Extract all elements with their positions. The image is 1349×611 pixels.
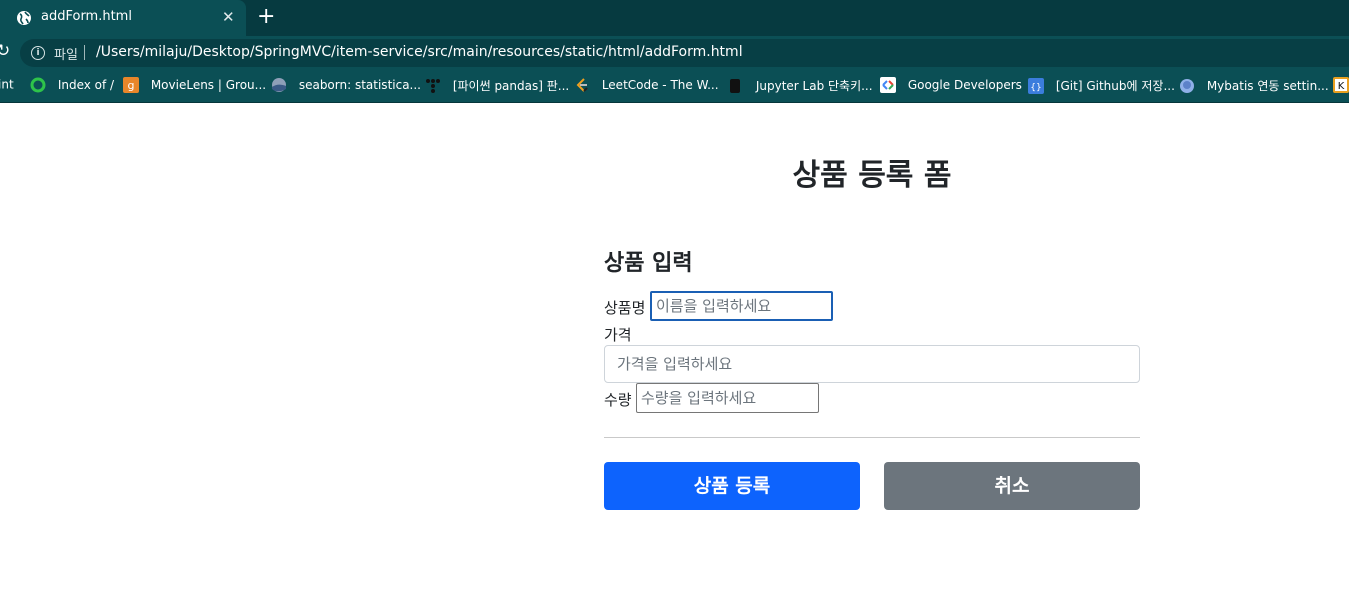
quantity-label: 수량: [604, 391, 632, 409]
bookmark-item[interactable]: g MovieLens | Grou...: [123, 77, 266, 95]
cancel-button[interactable]: 취소: [884, 462, 1140, 510]
k-icon: K: [1333, 77, 1349, 93]
leetcode-icon: [576, 78, 588, 92]
bookmark-label: MovieLens | Grou...: [150, 78, 267, 92]
submit-button[interactable]: 상품 등록: [604, 462, 860, 510]
tab-title: addForm.html: [41, 9, 132, 24]
price-input[interactable]: [604, 345, 1140, 383]
bookmark-item[interactable]: Google Developers: [880, 77, 1022, 95]
close-tab-icon[interactable]: ✕: [222, 8, 235, 26]
mybatis-icon: [1180, 78, 1194, 93]
bookmark-label: seaborn: statistica...: [298, 78, 421, 92]
seaborn-icon: [272, 78, 286, 92]
divider: [604, 437, 1140, 438]
bookmark-item[interactable]: [파이썬 pandas] 판...: [425, 77, 569, 95]
browser-toolbar: ↻ i 파일 /Users/milaju/Desktop/SpringMVC/i…: [0, 36, 1349, 70]
bookmark-item[interactable]: LeetCode - The W...: [574, 77, 719, 95]
bookmark-item[interactable]: Jupyter Lab 단축키...: [728, 77, 873, 95]
item-name-label: 상품명: [604, 299, 646, 317]
browser-tab[interactable]: addForm.html ✕: [0, 0, 246, 36]
code-icon: {}: [1028, 77, 1044, 94]
jupyter-icon: [730, 78, 740, 93]
bookmark-item[interactable]: {} [Git] Github에 저장...: [1028, 77, 1175, 95]
price-label: 가격: [604, 326, 632, 344]
reload-icon[interactable]: ↻: [0, 41, 10, 61]
bookmark-label: [파이썬 pandas] 판...: [452, 79, 570, 93]
bookmark-item[interactable]: Mybatis 연동 settin...: [1179, 77, 1329, 95]
bookmark-item[interactable]: int: [0, 77, 14, 95]
bookmark-label: int: [0, 77, 14, 92]
svg-text:g: g: [128, 79, 135, 92]
circle-icon: [30, 77, 46, 93]
bookmark-label: [Git] Github에 저장...: [1055, 79, 1175, 93]
bookmark-label: LeetCode - The W...: [601, 78, 719, 92]
section-title: 상품 입력: [604, 251, 693, 276]
url-text[interactable]: /Users/milaju/Desktop/SpringMVC/item-ser…: [96, 44, 743, 60]
info-icon[interactable]: i: [31, 46, 45, 60]
address-separator: [84, 45, 85, 60]
bookmark-label: Mybatis 연동 settin...: [1206, 79, 1329, 93]
tistory-icon: [426, 78, 440, 93]
item-name-input[interactable]: [650, 291, 833, 321]
bookmark-item[interactable]: K: [1333, 77, 1349, 95]
address-bar[interactable]: i 파일 /Users/milaju/Desktop/SpringMVC/ite…: [20, 39, 1349, 67]
bookmark-label: Index of /: [57, 78, 115, 92]
bookmark-label: Google Developers: [907, 78, 1022, 92]
scheme-label: 파일: [54, 48, 78, 63]
globe-icon: [17, 11, 31, 25]
bookmark-item[interactable]: seaborn: statistica...: [271, 77, 421, 95]
tab-strip: addForm.html ✕ +: [0, 0, 1349, 36]
grouplens-icon: g: [123, 77, 139, 93]
bookmarks-bar: int Index of / g MovieLens | Grou... sea…: [0, 70, 1349, 103]
bookmark-label: Jupyter Lab 단축키...: [755, 79, 873, 93]
svg-text:K: K: [1338, 81, 1345, 92]
google-dev-icon: [880, 77, 896, 93]
quantity-input[interactable]: [636, 383, 819, 413]
page-title: 상품 등록 폼: [792, 158, 952, 193]
bookmark-item[interactable]: Index of /: [30, 77, 114, 95]
new-tab-button[interactable]: +: [257, 4, 275, 30]
svg-text:{}: {}: [1030, 83, 1041, 93]
